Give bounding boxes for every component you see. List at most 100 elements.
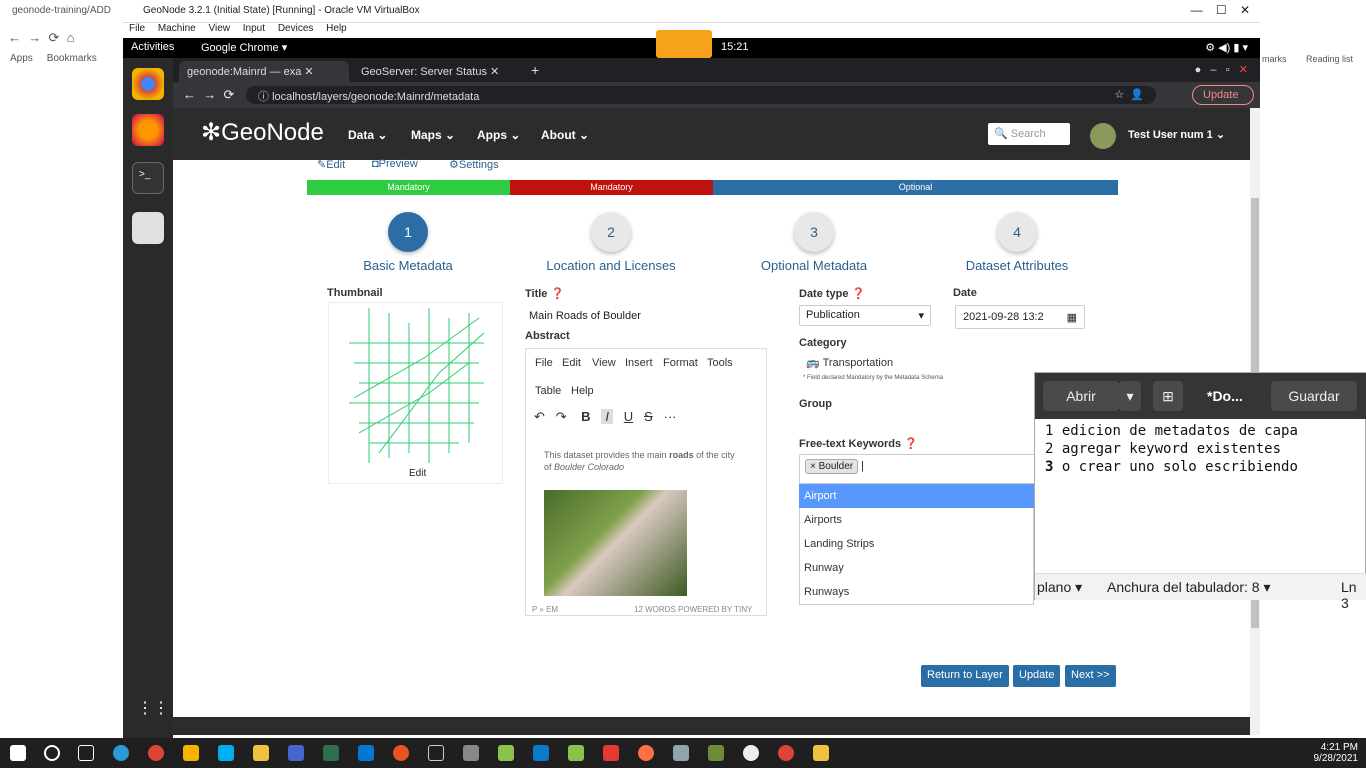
calendar-icon[interactable]: ▦ xyxy=(1067,311,1077,324)
vbox-menu-item[interactable]: Machine xyxy=(158,23,196,34)
editor-menu-edit[interactable]: Edit xyxy=(562,357,581,369)
date-input[interactable]: 2021-09-28 13:2 ▦ xyxy=(955,305,1085,329)
open-button[interactable]: Abrir xyxy=(1043,381,1119,411)
step-4-circle[interactable]: 4 xyxy=(997,212,1037,252)
suggestion-item[interactable]: Landing Strips xyxy=(799,532,1034,556)
title-input[interactable]: Main Roads of Boulder xyxy=(529,310,641,322)
vbox-menu-item[interactable]: Help xyxy=(326,23,347,34)
text-line[interactable]: 1 edicion de metadatos de capa xyxy=(1045,423,1298,439)
help-icon[interactable]: ❓ xyxy=(550,288,564,300)
app-icon[interactable] xyxy=(288,745,304,761)
powershell-icon[interactable] xyxy=(358,745,374,761)
tab-width-selector[interactable]: Anchura del tabulador: 8 ▾ xyxy=(1107,579,1270,596)
step-2-label[interactable]: Location and Licenses xyxy=(511,258,711,273)
editor-menu-view[interactable]: View xyxy=(592,357,616,369)
ubuntu-icon[interactable] xyxy=(393,745,409,761)
vbox-menu-item[interactable]: Input xyxy=(243,23,265,34)
geonode-logo[interactable]: ✻GeoNode xyxy=(201,118,324,147)
avatar[interactable] xyxy=(1090,123,1116,149)
return-to-layer-button[interactable]: Return to Layer xyxy=(921,665,1009,687)
text-line[interactable]: 2 agregar keyword existentes xyxy=(1045,441,1281,457)
folder-icon[interactable] xyxy=(253,745,269,761)
suggestion-item[interactable]: Runways xyxy=(799,580,1034,604)
activities-button[interactable]: Activities xyxy=(131,41,174,53)
chrome-update-button[interactable]: Update xyxy=(1192,85,1254,105)
step-2-circle[interactable]: 2 xyxy=(591,212,631,252)
taskbar-clock[interactable]: 4:21 PM 9/28/2021 xyxy=(1310,742,1359,764)
search-icon[interactable] xyxy=(44,745,60,761)
step-3-label[interactable]: Optional Metadata xyxy=(714,258,914,273)
help-icon[interactable]: ❓ xyxy=(904,438,918,450)
chrome-icon[interactable] xyxy=(132,68,164,100)
filezilla-icon[interactable] xyxy=(603,745,619,761)
app-icon[interactable] xyxy=(428,745,444,761)
thumbnail-edit-link[interactable]: Edit xyxy=(409,468,426,479)
terminal-icon[interactable]: >_ xyxy=(132,162,164,194)
editor-menu-format[interactable]: Format xyxy=(663,357,698,369)
app-icon[interactable] xyxy=(463,745,479,761)
virtualbox-icon[interactable] xyxy=(813,745,829,761)
suggestion-item[interactable]: Runway xyxy=(799,556,1034,580)
suggestion-item[interactable]: Airports xyxy=(799,508,1034,532)
gnome-clock[interactable]: 15:21 xyxy=(721,41,749,53)
qgis-icon[interactable] xyxy=(498,745,514,761)
save-button[interactable]: Guardar xyxy=(1271,381,1357,411)
next-button[interactable]: Next >> xyxy=(1065,665,1116,687)
editor-menu-insert[interactable]: Insert xyxy=(625,357,653,369)
notepad-icon[interactable] xyxy=(568,745,584,761)
edit-link[interactable]: ✎Edit xyxy=(317,158,345,171)
host-bookmark[interactable]: marks xyxy=(1262,54,1287,64)
search-input[interactable]: 🔍 Search xyxy=(988,123,1070,145)
abstract-text[interactable]: This dataset provides the main roads of … xyxy=(544,449,744,473)
host-nav-icons[interactable]: ← → ⟳ ⌂ xyxy=(8,30,74,46)
chrome-icon[interactable] xyxy=(778,745,794,761)
tab-geoserver[interactable]: GeoServer: Server Status ✕ xyxy=(353,61,523,82)
edge-icon[interactable] xyxy=(113,745,129,761)
windows-start-icon[interactable] xyxy=(10,745,26,761)
task-view-icon[interactable] xyxy=(78,745,94,761)
vbox-menu-item[interactable]: File xyxy=(129,23,145,34)
new-tab-button[interactable]: + xyxy=(531,62,539,78)
chrome-window-controls[interactable]: ● – ▫ ✕ xyxy=(1195,63,1248,76)
system-tray-icons[interactable]: ⚙ ◀) ▮ ▾ xyxy=(1205,41,1248,54)
syntax-mode-selector[interactable]: plano ▾ xyxy=(1037,579,1082,596)
app-icon[interactable] xyxy=(708,745,724,761)
step-1-circle[interactable]: 1 xyxy=(388,212,428,252)
window-controls[interactable]: — ☐ ✕ xyxy=(1191,3,1250,17)
keyword-tag[interactable]: × Boulder xyxy=(805,459,859,474)
files-icon[interactable] xyxy=(132,212,164,244)
app-icon[interactable] xyxy=(323,745,339,761)
vbox-menu-item[interactable]: Devices xyxy=(278,23,314,34)
host-bookmark[interactable]: Bookmarks xyxy=(47,53,97,64)
step-3-circle[interactable]: 3 xyxy=(794,212,834,252)
step-4-label[interactable]: Dataset Attributes xyxy=(917,258,1117,273)
user-menu[interactable]: Test User num 1 ⌄ xyxy=(1128,128,1225,141)
chrome-icon[interactable] xyxy=(148,745,164,761)
text-line[interactable]: 3 o crear uno solo escribiendo xyxy=(1045,459,1298,475)
nav-about[interactable]: About ⌄ xyxy=(541,128,589,142)
step-1-label[interactable]: Basic Metadata xyxy=(308,258,508,273)
help-icon[interactable]: ❓ xyxy=(852,288,866,300)
preview-link[interactable]: ◘Preview xyxy=(372,158,418,170)
new-tab-icon[interactable]: ⊞ xyxy=(1153,381,1183,411)
abstract-image[interactable] xyxy=(544,490,687,596)
host-bookmarks[interactable]: Apps Bookmarks xyxy=(10,53,97,64)
nav-apps[interactable]: Apps ⌄ xyxy=(477,128,520,142)
open-menu-chevron-icon[interactable]: ▾ xyxy=(1119,381,1141,411)
host-tab-title[interactable]: geonode-training/ADD xyxy=(12,5,111,16)
vscode-icon[interactable] xyxy=(533,745,549,761)
abstract-editor[interactable]: File Edit View Insert Format Tools Table… xyxy=(525,348,767,616)
app-menu[interactable]: Google Chrome ▾ xyxy=(201,41,287,54)
editor-menu-file[interactable]: File xyxy=(535,357,553,369)
editor-menu-table[interactable]: Table xyxy=(535,385,561,397)
address-bar[interactable]: ⓘ localhost/layers/geonode:Mainrd/metada… xyxy=(246,86,1156,104)
editor-toolbar[interactable]: ↶ ↷ B I U S ··· xyxy=(534,409,677,425)
host-reading-list[interactable]: Reading list xyxy=(1306,54,1353,64)
vbox-menu-item[interactable]: View xyxy=(209,23,231,34)
store-icon[interactable] xyxy=(183,745,199,761)
nav-data[interactable]: Data ⌄ xyxy=(348,128,387,142)
suggestion-item[interactable]: Airport xyxy=(799,484,1034,508)
skype-icon[interactable] xyxy=(218,745,234,761)
app-icon[interactable] xyxy=(638,745,654,761)
editor-menu-help[interactable]: Help xyxy=(571,385,594,397)
